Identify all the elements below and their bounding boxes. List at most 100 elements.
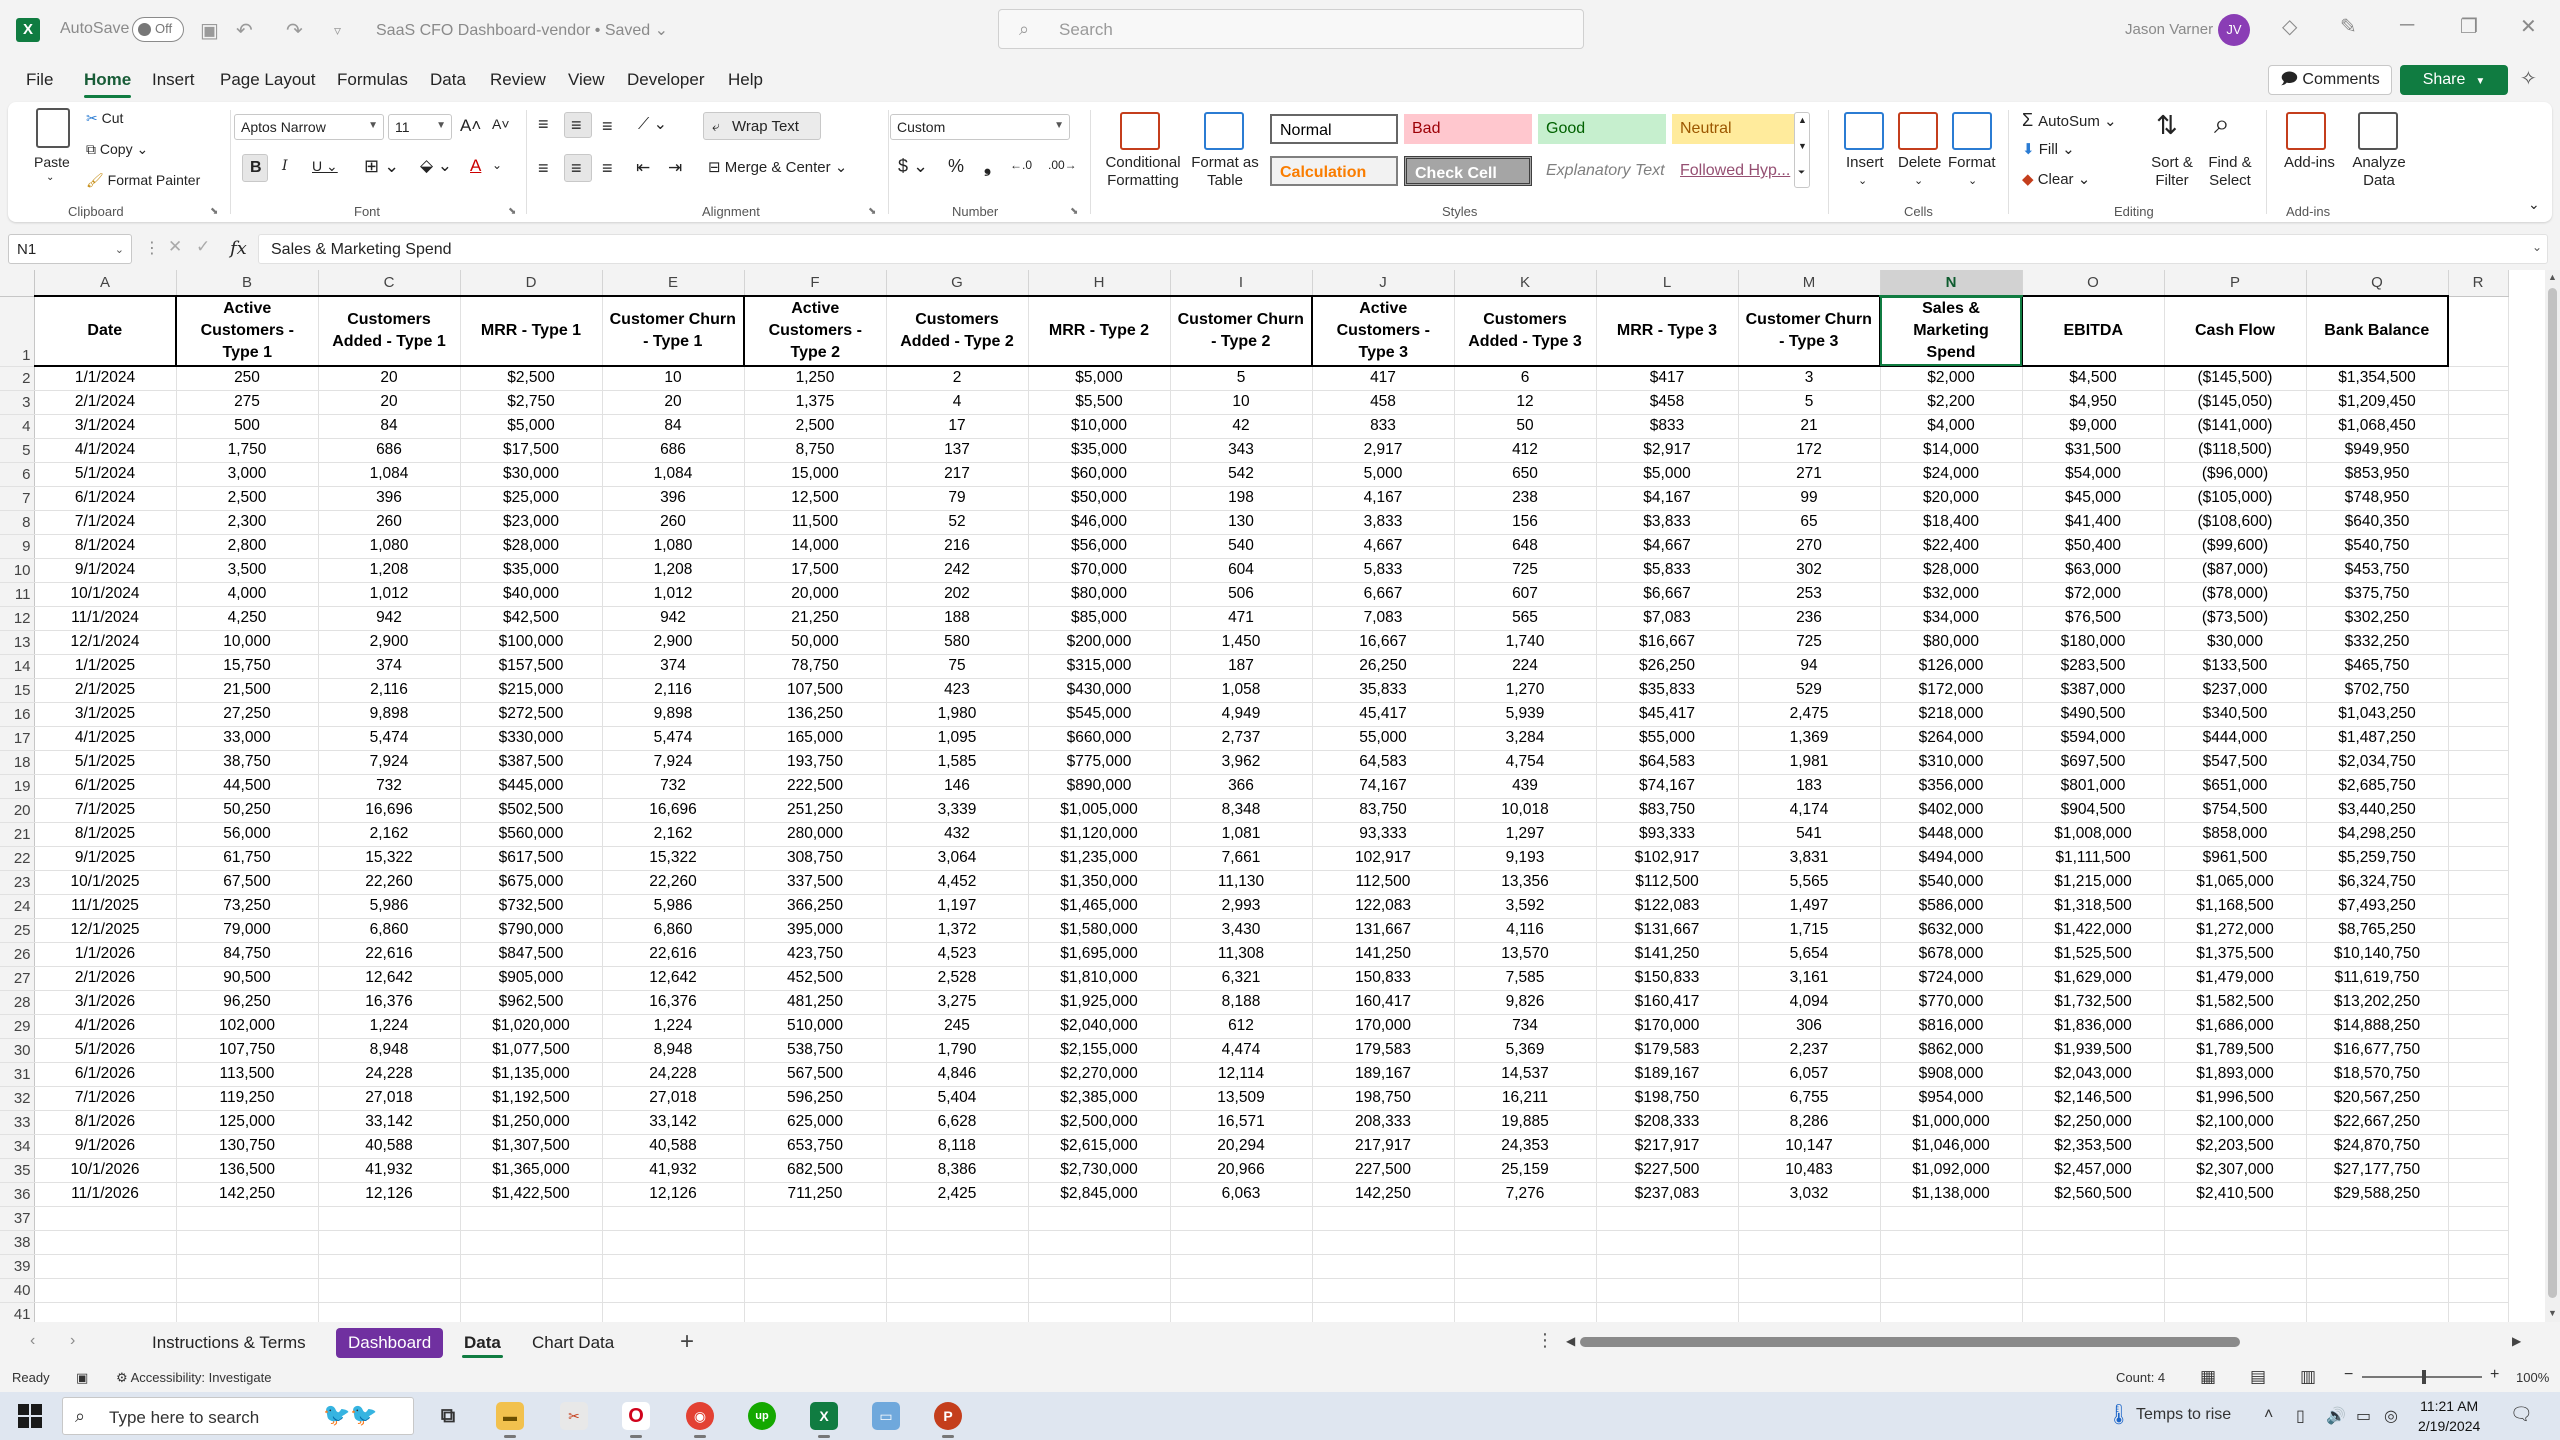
restore-icon[interactable]: ❐ [2460,14,2478,39]
row-header[interactable]: 19 [0,774,35,799]
cell[interactable] [2448,1086,2509,1111]
cell[interactable] [1170,1230,1313,1255]
cell[interactable]: 33,142 [602,1110,745,1135]
cell[interactable]: 188 [886,606,1029,631]
cell[interactable]: $617,500 [460,846,603,871]
cell[interactable]: 1,790 [886,1038,1029,1063]
cell[interactable] [1170,1254,1313,1279]
cell[interactable] [318,1302,461,1322]
cell[interactable]: 7/1/2024 [34,510,177,535]
cell[interactable]: $27,177,750 [2306,1158,2449,1183]
cell[interactable]: 12,642 [318,966,461,991]
cell[interactable]: 21,500 [176,678,319,703]
sheet-tab-chart-data[interactable]: Chart Data [520,1328,626,1358]
column-header-d[interactable]: D [460,270,603,297]
cell[interactable]: 84 [318,414,461,439]
zoom-slider-handle[interactable] [2422,1370,2426,1384]
insert-button[interactable]: Insert [1846,154,1884,171]
cell[interactable] [1170,1302,1313,1322]
cell[interactable] [1170,1278,1313,1303]
cell[interactable]: 27,018 [318,1086,461,1111]
cell[interactable]: 16,211 [1454,1086,1597,1111]
cell[interactable]: $1,479,000 [2164,966,2307,991]
cell[interactable]: 3,339 [886,798,1029,823]
cell[interactable] [2448,1278,2509,1303]
cell[interactable]: 16,667 [1312,630,1455,655]
sheet-tab-instructions[interactable]: Instructions & Terms [140,1328,318,1358]
cell[interactable]: 2 [886,366,1029,391]
cell[interactable]: 3,500 [176,558,319,583]
cell[interactable]: 1,208 [602,558,745,583]
cell[interactable]: $1,422,500 [460,1182,603,1207]
cell[interactable]: 5/1/2024 [34,462,177,487]
cell[interactable]: 99 [1738,486,1881,511]
cell[interactable]: $816,000 [1880,1014,2023,1039]
zoom-level[interactable]: 100% [2516,1370,2549,1385]
cell[interactable]: $55,000 [1596,726,1739,751]
cell[interactable]: 1/1/2024 [34,366,177,391]
cell[interactable]: 4,754 [1454,750,1597,775]
cell[interactable] [744,1206,887,1231]
cell[interactable]: 5,404 [886,1086,1029,1111]
cell[interactable] [2448,702,2509,727]
cell[interactable]: 607 [1454,582,1597,607]
column-title[interactable]: Active Customers - Type 2 [744,295,887,367]
row-header[interactable]: 20 [0,798,35,823]
cell[interactable]: 2,116 [602,678,745,703]
cell[interactable]: 2,500 [176,486,319,511]
cell[interactable]: $2,146,500 [2022,1086,2165,1111]
cell[interactable]: 306 [1738,1014,1881,1039]
cell[interactable]: $1,209,450 [2306,390,2449,415]
scroll-up-icon[interactable]: ▲ [2548,272,2557,282]
cell[interactable]: $890,000 [1028,774,1171,799]
cell[interactable]: 179,583 [1312,1038,1455,1063]
row-header[interactable]: 32 [0,1086,35,1111]
cell[interactable] [34,1302,177,1322]
column-header-m[interactable]: M [1738,270,1881,297]
cell[interactable]: $2,034,750 [2306,750,2449,775]
cell[interactable]: $387,000 [2022,678,2165,703]
cell[interactable] [2448,726,2509,751]
cell[interactable]: 202 [886,582,1029,607]
more-options-icon[interactable]: ⋮ [1536,1330,1554,1351]
cell[interactable]: 113,500 [176,1062,319,1087]
cell[interactable]: 604 [1170,558,1313,583]
notifications-icon[interactable]: 🗨 [2510,1404,2533,1425]
cell[interactable]: $310,000 [1880,750,2023,775]
cell[interactable]: $302,250 [2306,606,2449,631]
cell[interactable]: 366,250 [744,894,887,919]
task-view-icon[interactable]: ⧉ [434,1402,462,1430]
cell[interactable]: 260 [318,510,461,535]
cell[interactable]: 9,898 [602,702,745,727]
cell[interactable]: 11/1/2024 [34,606,177,631]
column-header-g[interactable]: G [886,270,1029,297]
cell[interactable] [2164,1230,2307,1255]
cell[interactable]: 1,270 [1454,678,1597,703]
cell[interactable]: 4,094 [1738,990,1881,1015]
battery-icon[interactable]: ▭ [2356,1406,2371,1426]
cell[interactable]: $237,000 [2164,678,2307,703]
cell[interactable]: $170,000 [1596,1014,1739,1039]
cell[interactable]: $30,000 [2164,630,2307,655]
cell[interactable]: 374 [602,654,745,679]
cell[interactable]: $724,000 [1880,966,2023,991]
cell[interactable]: 165,000 [744,726,887,751]
cell[interactable] [744,1230,887,1255]
row-header[interactable]: 6 [0,462,35,487]
cell[interactable]: 1,224 [602,1014,745,1039]
scroll-up-icon[interactable]: ▲ [1798,115,1807,125]
cell[interactable]: 16,376 [602,990,745,1015]
cell[interactable]: $80,000 [1028,582,1171,607]
cell[interactable]: $54,000 [2022,462,2165,487]
cell[interactable] [1028,1278,1171,1303]
cell[interactable]: ($73,500) [2164,606,2307,631]
cell[interactable]: 596,250 [744,1086,887,1111]
cell[interactable]: $2,385,000 [1028,1086,1171,1111]
cell[interactable]: $1,893,000 [2164,1062,2307,1087]
cell[interactable]: 734 [1454,1014,1597,1039]
add-ins-button[interactable]: Add-ins [2284,154,2335,171]
cell[interactable]: 137 [886,438,1029,463]
clipboard-launcher-icon[interactable]: ⬊ [210,206,218,217]
cell[interactable]: 500 [176,414,319,439]
cell[interactable]: $2,250,000 [2022,1110,2165,1135]
